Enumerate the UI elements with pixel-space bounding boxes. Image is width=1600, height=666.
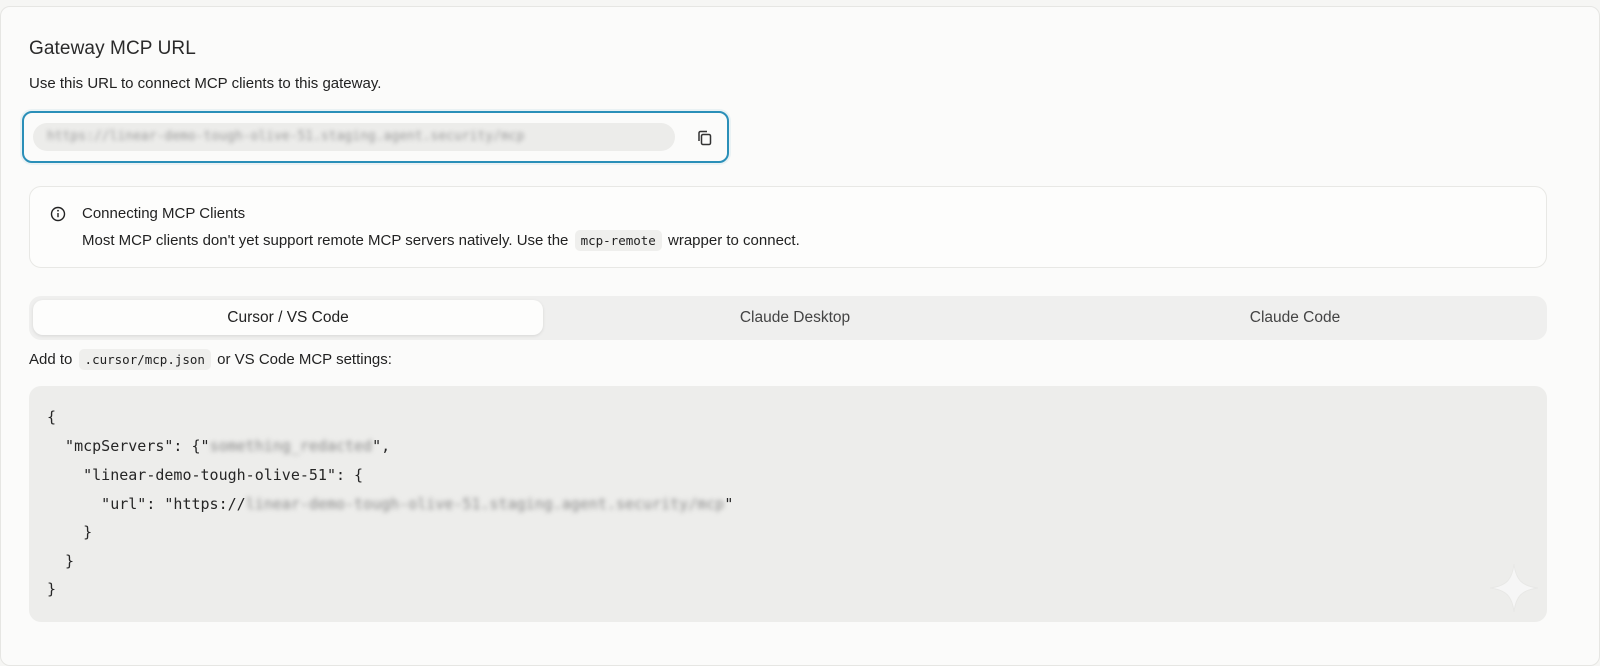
- gateway-url-field[interactable]: https://linear-demo-tough-olive-51.stagi…: [33, 123, 675, 151]
- config-code-block[interactable]: { "mcpServers": {"something_redacted", "…: [29, 386, 1547, 622]
- tab-claude-code[interactable]: Claude Code: [1047, 300, 1543, 335]
- code-line-7: }: [47, 580, 57, 598]
- info-circle-icon: [50, 206, 66, 222]
- tab-cursor-vscode[interactable]: Cursor / VS Code: [33, 300, 543, 335]
- info-body-text-end: wrapper to connect.: [668, 232, 800, 249]
- tab-claude-desktop[interactable]: Claude Desktop: [543, 300, 1047, 335]
- section-subtitle: Use this URL to connect MCP clients to t…: [29, 75, 382, 92]
- copy-url-button[interactable]: [692, 125, 718, 151]
- mcp-remote-code: mcp-remote: [574, 230, 662, 251]
- instruction-after: or VS Code MCP settings:: [217, 351, 392, 368]
- code-line-2-start: "mcpServers": {": [47, 437, 210, 455]
- copy-icon: [698, 130, 712, 146]
- code-line-6: }: [47, 552, 75, 570]
- sparkle-icon: [1489, 563, 1539, 613]
- code-line-3: "linear-demo-tough-olive-51": {: [47, 466, 364, 484]
- section-title: Gateway MCP URL: [29, 38, 196, 59]
- code-line-2-end: ",: [372, 437, 391, 455]
- code-line-4-end: ": [724, 495, 734, 513]
- info-callout: Connecting MCP Clients Most MCP clients …: [29, 186, 1547, 268]
- info-body-text: Most MCP clients don't yet support remot…: [82, 232, 569, 249]
- gateway-url-value: https://linear-demo-tough-olive-51.stagi…: [47, 129, 525, 144]
- info-body: Most MCP clients don't yet support remot…: [82, 230, 800, 251]
- code-line-1: {: [47, 408, 57, 426]
- client-tabs: Cursor / VS Code Claude Desktop Claude C…: [29, 296, 1547, 340]
- redacted-url: linear-demo-tough-olive-51.staging.agent…: [245, 495, 725, 513]
- code-line-2: "mcpServers": {"something_redacted",: [47, 437, 390, 455]
- info-title: Connecting MCP Clients: [82, 205, 246, 222]
- config-path-code: .cursor/mcp.json: [78, 349, 211, 370]
- code-line-5: }: [47, 523, 93, 541]
- redacted-server-key: something_redacted: [209, 437, 373, 455]
- instruction-before: Add to: [29, 351, 73, 368]
- code-line-4: "url": "https://linear-demo-tough-olive-…: [47, 495, 733, 513]
- code-line-4-start: "url": "https://: [47, 495, 246, 513]
- instruction-text: Add to .cursor/mcp.json or VS Code MCP s…: [29, 349, 392, 370]
- gateway-url-box: https://linear-demo-tough-olive-51.stagi…: [22, 111, 729, 163]
